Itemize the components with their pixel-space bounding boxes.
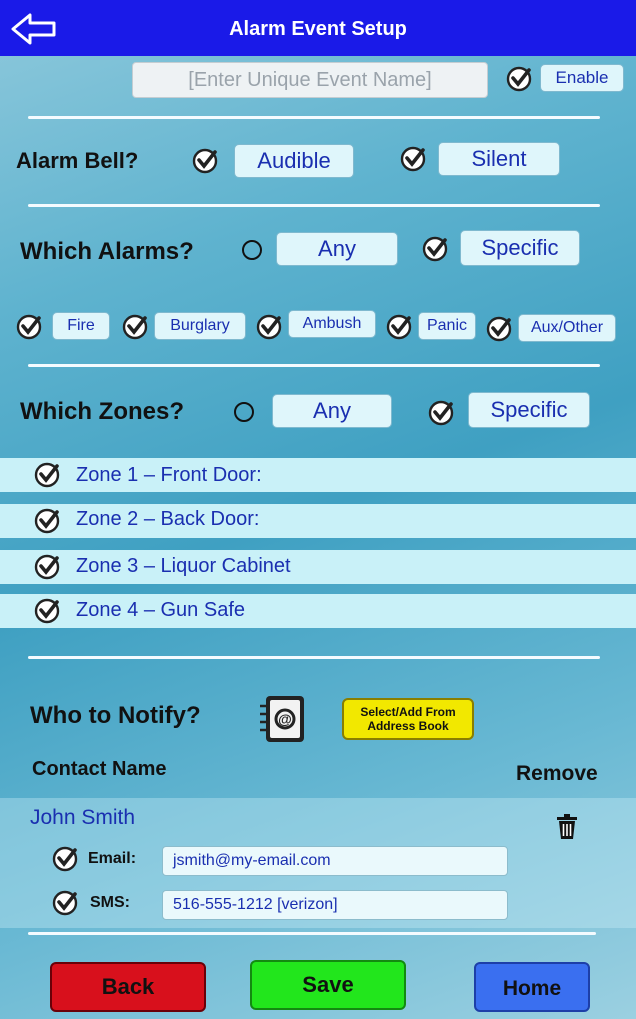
alarms-specific-check-icon[interactable] <box>422 236 448 262</box>
zones-specific-check-icon[interactable] <box>428 400 454 426</box>
contact-name-header: Contact Name <box>32 758 167 780</box>
event-name-input[interactable]: [Enter Unique Event Name] <box>132 62 488 98</box>
who-to-notify-label: Who to Notify? <box>30 702 201 729</box>
zone-2-check-icon[interactable] <box>34 508 60 534</box>
alarms-any-button[interactable]: Any <box>276 232 398 266</box>
silent-button[interactable]: Silent <box>438 142 560 176</box>
trash-icon[interactable] <box>556 814 578 840</box>
address-book-button[interactable]: Select/Add From Address Book <box>342 698 474 740</box>
divider <box>28 116 600 119</box>
panic-button[interactable]: Panic <box>418 312 476 340</box>
sms-check-icon[interactable] <box>52 890 78 916</box>
which-alarms-label: Which Alarms? <box>20 238 194 265</box>
burglary-button[interactable]: Burglary <box>154 312 246 340</box>
which-zones-label: Which Zones? <box>20 398 184 425</box>
svg-text:@: @ <box>278 711 292 727</box>
zones-any-button[interactable]: Any <box>272 394 392 428</box>
zone-3-check-icon[interactable] <box>34 554 60 580</box>
enable-check-icon[interactable] <box>506 66 532 92</box>
zone-1-check-icon[interactable] <box>34 462 60 488</box>
zone-4-label: Zone 4 – Gun Safe <box>76 599 246 621</box>
page-title: Alarm Event Setup <box>229 18 407 40</box>
divider <box>28 204 600 207</box>
divider <box>28 364 600 367</box>
silent-check-icon[interactable] <box>400 146 426 172</box>
burglary-check-icon[interactable] <box>122 314 148 340</box>
aux-other-button[interactable]: Aux/Other <box>518 314 616 342</box>
email-check-icon[interactable] <box>52 846 78 872</box>
zones-any-radio[interactable] <box>234 402 254 422</box>
zone-4-check-icon[interactable] <box>34 598 60 624</box>
audible-button[interactable]: Audible <box>234 144 354 178</box>
sms-label: SMS: <box>90 894 130 911</box>
fire-check-icon[interactable] <box>16 314 42 340</box>
fire-button[interactable]: Fire <box>52 312 110 340</box>
contact-name: John Smith <box>30 806 136 829</box>
alarm-bell-label: Alarm Bell? <box>16 148 139 173</box>
sms-field[interactable]: 516-555-1212 [verizon] <box>162 890 508 920</box>
ambush-check-icon[interactable] <box>256 314 282 340</box>
alarms-specific-button[interactable]: Specific <box>460 230 580 266</box>
zone-2-label: Zone 2 – Back Door: <box>76 508 260 530</box>
email-label: Email: <box>88 850 137 867</box>
address-book-icon[interactable]: @ <box>254 694 308 744</box>
back-button[interactable]: Back <box>50 962 206 1012</box>
panic-check-icon[interactable] <box>386 314 412 340</box>
audible-check-icon[interactable] <box>192 148 218 174</box>
zone-1-label: Zone 1 – Front Door: <box>76 464 262 486</box>
divider <box>28 656 600 659</box>
zone-3-label: Zone 3 – Liquor Cabinet <box>76 555 291 577</box>
ambush-button[interactable]: Ambush <box>288 310 376 338</box>
enable-button[interactable]: Enable <box>540 64 624 92</box>
home-button[interactable]: Home <box>474 962 590 1012</box>
email-field[interactable]: jsmith@my-email.com <box>162 846 508 876</box>
aux-other-check-icon[interactable] <box>486 316 512 342</box>
remove-header: Remove <box>516 762 598 785</box>
save-button[interactable]: Save <box>250 960 406 1010</box>
divider <box>28 932 596 935</box>
alarms-any-radio[interactable] <box>242 240 262 260</box>
zones-specific-button[interactable]: Specific <box>468 392 590 428</box>
